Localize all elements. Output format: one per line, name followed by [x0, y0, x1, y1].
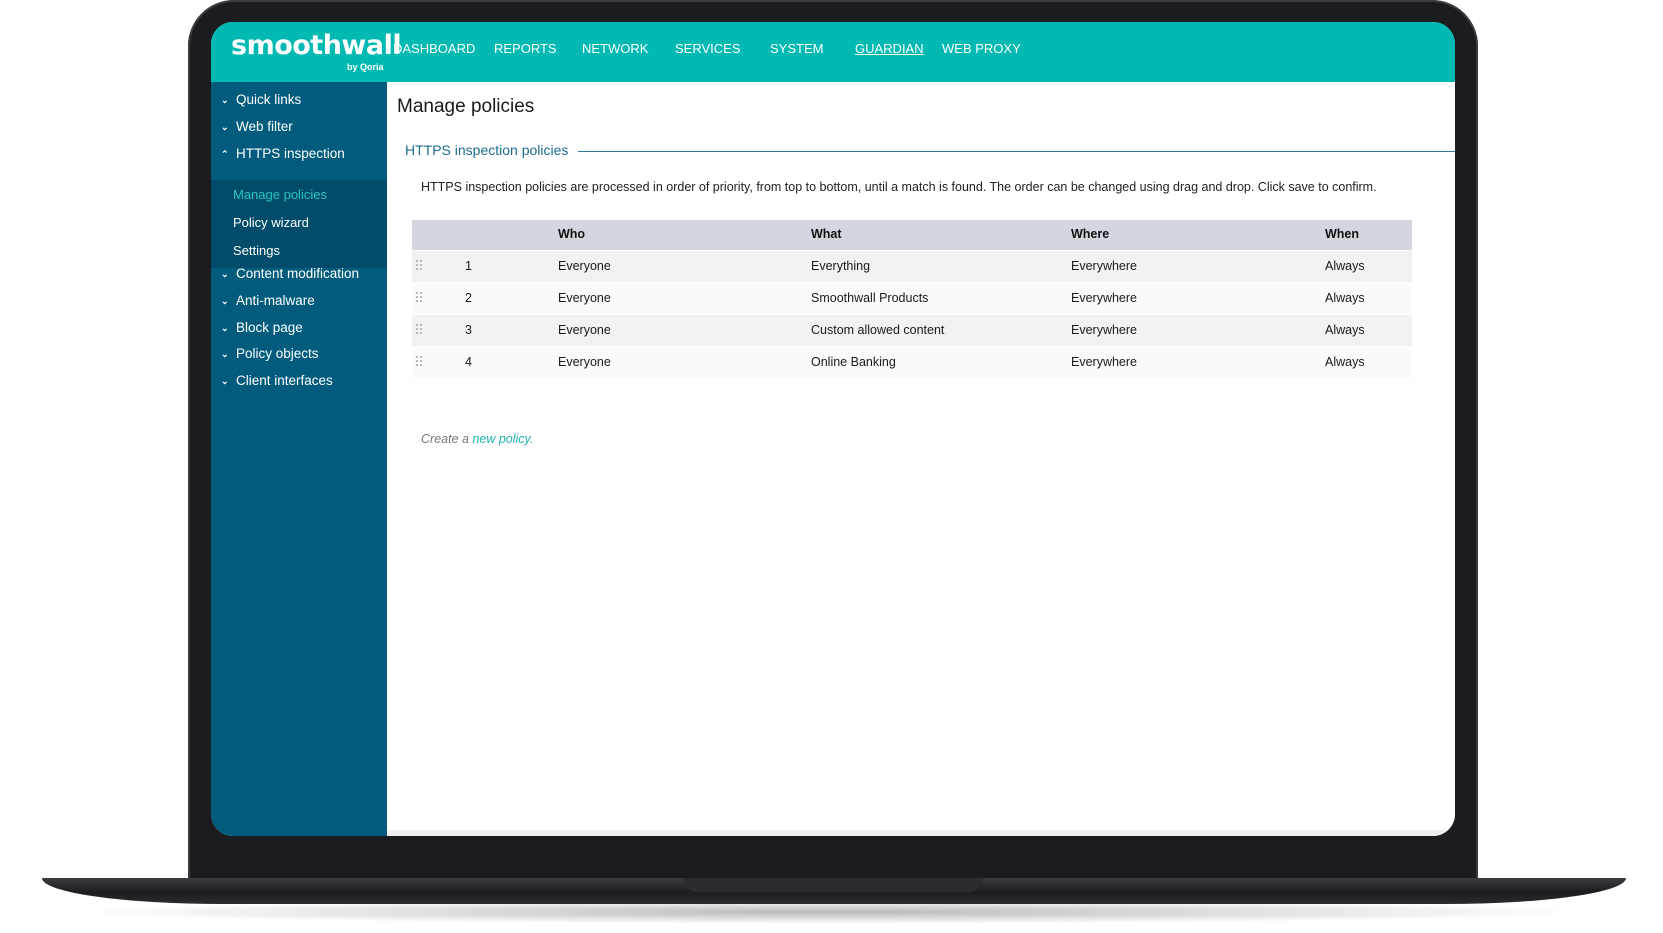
submenu-settings[interactable]: Settings — [233, 243, 280, 258]
sidebar-item-label: Policy objects — [236, 346, 319, 361]
sidebar-item-label: Client interfaces — [236, 373, 333, 388]
cell-priority: 4 — [465, 355, 472, 369]
sidebar-item-label: HTTPS inspection — [236, 146, 345, 161]
cell-priority: 3 — [465, 323, 472, 337]
chevron-up-icon: ⌃ — [221, 149, 229, 159]
drag-handle-icon[interactable] — [416, 292, 424, 306]
sidebar-item-block-page[interactable]: ⌄ Block page — [221, 320, 303, 335]
create-policy-text: Create a new policy. — [421, 432, 533, 446]
nav-system[interactable]: SYSTEM — [770, 41, 823, 56]
cell-when: Always — [1325, 323, 1365, 337]
cell-priority: 1 — [465, 259, 472, 273]
create-prefix: Create a — [421, 432, 469, 446]
brand-logo[interactable]: smoothwall — [231, 30, 402, 61]
cell-what: Custom allowed content — [811, 323, 945, 337]
cell-who: Everyone — [558, 355, 611, 369]
nav-web-proxy[interactable]: WEB PROXY — [942, 41, 1021, 56]
chevron-down-icon: ⌄ — [221, 349, 229, 359]
cell-what: Online Banking — [811, 355, 896, 369]
column-header-what[interactable]: What — [811, 227, 842, 241]
cell-who: Everyone — [558, 291, 611, 305]
chevron-down-icon: ⌄ — [221, 376, 229, 386]
submenu-policy-wizard[interactable]: Policy wizard — [233, 215, 309, 230]
sidebar-item-label: Anti-malware — [236, 293, 315, 308]
column-header-where[interactable]: Where — [1071, 227, 1109, 241]
sidebar-item-label: Block page — [236, 320, 303, 335]
chevron-down-icon: ⌄ — [221, 95, 229, 105]
nav-services[interactable]: SERVICES — [675, 41, 741, 56]
chevron-down-icon: ⌄ — [221, 269, 229, 279]
sidebar-item-client-interfaces[interactable]: ⌄ Client interfaces — [221, 373, 333, 388]
chevron-down-icon: ⌄ — [221, 296, 229, 306]
sidebar-item-policy-objects[interactable]: ⌄ Policy objects — [221, 346, 319, 361]
nav-dashboard[interactable]: DASHBOARD — [393, 41, 475, 56]
table-row[interactable]: 4 Everyone Online Banking Everywhere Alw… — [412, 347, 1412, 378]
https-inspection-submenu: Manage policies Policy wizard Settings — [211, 180, 387, 268]
cell-where: Everywhere — [1071, 355, 1137, 369]
column-header-who[interactable]: Who — [558, 227, 585, 241]
cell-what: Smoothwall Products — [811, 291, 929, 305]
drag-handle-icon[interactable] — [416, 356, 424, 370]
table-row[interactable]: 3 Everyone Custom allowed content Everyw… — [412, 315, 1412, 346]
section-description: HTTPS inspection policies are processed … — [421, 180, 1377, 194]
cell-when: Always — [1325, 291, 1365, 305]
submenu-manage-policies[interactable]: Manage policies — [233, 187, 327, 202]
cell-where: Everywhere — [1071, 291, 1137, 305]
drag-handle-icon[interactable] — [416, 324, 424, 338]
section-title: HTTPS inspection policies — [405, 142, 579, 158]
sidebar-item-anti-malware[interactable]: ⌄ Anti-malware — [221, 293, 315, 308]
sidebar-item-label: Content modification — [236, 266, 360, 281]
laptop-notch — [683, 878, 983, 892]
cell-when: Always — [1325, 355, 1365, 369]
drag-handle-icon[interactable] — [416, 260, 424, 274]
cell-what: Everything — [811, 259, 871, 273]
cell-where: Everywhere — [1071, 259, 1137, 273]
cell-when: Always — [1325, 259, 1365, 273]
table-header: Who What Where When — [412, 220, 1412, 250]
sidebar-item-label: Quick links — [236, 92, 302, 107]
nav-guardian[interactable]: GUARDIAN — [855, 41, 924, 56]
footer — [387, 830, 1455, 836]
sidebar-item-web-filter[interactable]: ⌄ Web filter — [221, 119, 293, 134]
brand-logo-sub: by Qoria — [347, 62, 384, 72]
table-row[interactable]: 1 Everyone Everything Everywhere Always — [412, 251, 1412, 282]
section-divider — [571, 151, 1455, 152]
cell-priority: 2 — [465, 291, 472, 305]
new-policy-link[interactable]: new policy. — [472, 432, 533, 446]
chevron-down-icon: ⌄ — [221, 323, 229, 333]
column-header-when[interactable]: When — [1325, 227, 1359, 241]
sidebar-item-label: Web filter — [236, 119, 293, 134]
sidebar: ⌄ Quick links ⌄ Web filter ⌃ HTTPS inspecti… — [211, 82, 387, 836]
nav-reports[interactable]: REPORTS — [494, 41, 557, 56]
app-screen: smoothwall by Qoria DASHBOARD REPORTS NE… — [211, 22, 1455, 836]
page-title: Manage policies — [397, 96, 535, 117]
cell-who: Everyone — [558, 323, 611, 337]
top-navbar: smoothwall by Qoria DASHBOARD REPORTS NE… — [211, 22, 1455, 82]
chevron-down-icon: ⌄ — [221, 122, 229, 132]
sidebar-item-content-modification[interactable]: ⌄ Content modification — [221, 266, 359, 281]
main-content: Manage policies HTTPS inspection policie… — [387, 82, 1455, 836]
sidebar-item-https-inspection[interactable]: ⌃ HTTPS inspection — [221, 146, 345, 161]
cell-where: Everywhere — [1071, 323, 1137, 337]
cell-who: Everyone — [558, 259, 611, 273]
nav-network[interactable]: NETWORK — [582, 41, 648, 56]
sidebar-item-quick-links[interactable]: ⌄ Quick links — [221, 92, 301, 107]
table-row[interactable]: 2 Everyone Smoothwall Products Everywher… — [412, 283, 1412, 314]
